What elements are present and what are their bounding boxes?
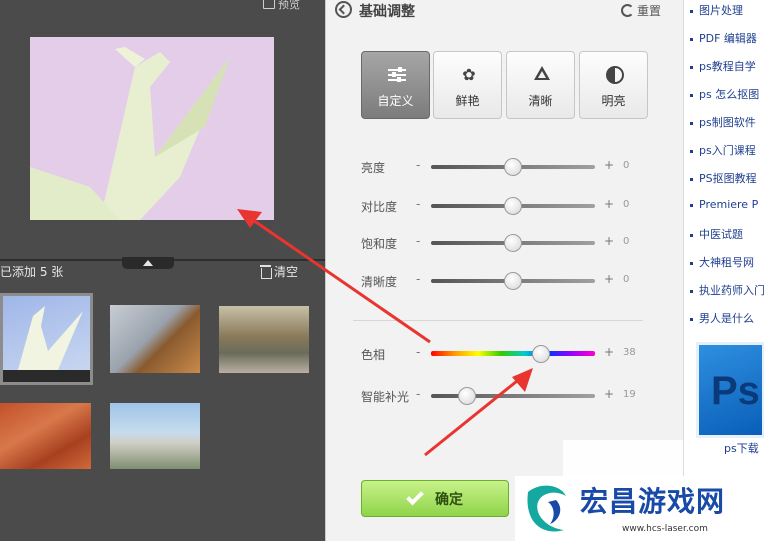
slider-label: 智能补光	[361, 390, 410, 404]
increase-button[interactable]: +	[604, 234, 614, 248]
preview-label: 预览	[278, 0, 300, 11]
slider-label: 清晰度	[361, 275, 398, 289]
slider-label: 饱和度	[361, 237, 398, 251]
image-list-panel: 预览 已添加 5 张 清空	[0, 0, 325, 541]
slider-knob[interactable]	[458, 387, 477, 405]
increase-button[interactable]: +	[604, 272, 614, 286]
related-link[interactable]: 男人是什么	[690, 310, 754, 326]
decrease-button[interactable]: -	[416, 345, 420, 359]
watermark-brand: 宏昌游戏网	[580, 485, 726, 518]
slider-label: 对比度	[361, 200, 398, 214]
thumbnail-building[interactable]	[110, 403, 200, 469]
increase-button[interactable]: +	[604, 387, 614, 401]
slider-value: 0	[623, 274, 630, 285]
related-links-sidebar: 图片处理 PDF 编辑器 ps教程自学 ps 怎么抠图 ps制图软件 ps入门课程 PS抠图…	[683, 0, 764, 541]
increase-button[interactable]: +	[604, 345, 614, 359]
slider-hue: 色相 - + 38	[361, 344, 651, 364]
sliders-icon	[388, 66, 406, 84]
slider-knob[interactable]	[504, 272, 522, 290]
related-link[interactable]: 大神租号网	[690, 254, 754, 270]
watermark-url: www.hcs-laser.com	[622, 524, 708, 534]
mode-vivid-label: 鲜艳	[455, 94, 480, 108]
mode-clear-button[interactable]: 清晰	[506, 51, 575, 119]
reset-label: 重置	[637, 4, 662, 18]
related-link[interactable]: 图片处理	[690, 2, 743, 18]
slider-knob[interactable]	[531, 345, 550, 363]
main-preview-image	[30, 37, 274, 220]
slider-knob[interactable]	[504, 158, 522, 176]
clear-label: 清空	[274, 265, 299, 279]
mode-custom-label: 自定义	[377, 94, 414, 108]
thumbnail-crane-image	[3, 296, 90, 370]
decrease-button[interactable]: -	[416, 387, 420, 401]
hue-slider-track[interactable]	[431, 351, 595, 356]
watermark-logo-icon	[527, 485, 566, 532]
slider-track[interactable]	[431, 394, 595, 398]
slider-knob[interactable]	[504, 234, 522, 252]
slider-value: 38	[623, 347, 636, 358]
related-link[interactable]: PS抠图教程	[690, 170, 757, 186]
decrease-button[interactable]: -	[416, 272, 420, 286]
mode-bright-label: 明亮	[601, 94, 626, 108]
thumbnail-crane[interactable]	[0, 293, 93, 385]
panel-title: 基础调整	[359, 4, 415, 20]
triangle-icon	[534, 66, 550, 80]
related-link[interactable]: ps教程自学	[690, 58, 756, 74]
mode-vivid-button[interactable]: ✿ 鲜艳	[433, 51, 502, 119]
related-link[interactable]: Premiere P	[690, 198, 758, 211]
half-circle-icon	[606, 66, 624, 84]
reset-button[interactable]: 重置	[621, 2, 661, 19]
check-icon	[406, 487, 424, 506]
decrease-button[interactable]: -	[416, 158, 420, 172]
slider-label: 色相	[361, 348, 386, 362]
clear-button[interactable]: 清空	[260, 263, 298, 280]
increase-button[interactable]: +	[604, 158, 614, 172]
thumbnail-book[interactable]	[110, 305, 200, 373]
origami-crane-image	[30, 37, 274, 220]
mode-bright-button[interactable]: 明亮	[579, 51, 648, 119]
related-link[interactable]: ps入门课程	[690, 142, 756, 158]
slider-clarity: 清晰度 - + 0	[361, 271, 651, 291]
related-link[interactable]: 中医试题	[690, 226, 743, 242]
slider-value: 0	[623, 236, 630, 247]
added-count-label: 已添加 5 张	[0, 265, 64, 279]
thumbnail-track[interactable]	[0, 403, 91, 469]
slider-label: 亮度	[361, 161, 386, 175]
mode-custom-button[interactable]: 自定义	[361, 51, 430, 119]
decrease-button[interactable]: -	[416, 197, 420, 211]
collapse-toggle[interactable]	[122, 257, 174, 269]
preview-icon	[263, 0, 275, 9]
related-link[interactable]: ps制图软件	[690, 114, 756, 130]
crane-thumb-drawing	[18, 306, 83, 370]
related-link[interactable]: ps 怎么抠图	[690, 86, 759, 102]
confirm-button[interactable]: 确定	[361, 480, 509, 517]
preview-button[interactable]: 预览	[263, 0, 300, 12]
ps-ad-banner[interactable]: Ps	[696, 342, 764, 438]
mode-clear-label: 清晰	[528, 94, 553, 108]
slider-contrast: 对比度 - + 0	[361, 196, 651, 216]
related-link[interactable]: PDF 编辑器	[690, 30, 757, 46]
watermark-backdrop-top	[563, 440, 683, 476]
slider-value: 19	[623, 389, 636, 400]
flower-icon: ✿	[462, 65, 476, 84]
slider-value: 0	[623, 199, 630, 210]
ad-caption-link[interactable]: ps下载	[724, 440, 759, 456]
related-link[interactable]: 执业药师入门	[690, 282, 764, 298]
ps-logo-text: Ps	[711, 369, 760, 413]
decrease-button[interactable]: -	[416, 234, 420, 248]
slider-smart-fill-light: 智能补光 - + 19	[361, 386, 651, 406]
confirm-label: 确定	[435, 491, 463, 508]
slider-knob[interactable]	[504, 197, 522, 215]
refresh-icon	[621, 4, 634, 17]
slider-saturation: 饱和度 - + 0	[361, 233, 651, 253]
slider-value: 0	[623, 160, 630, 171]
back-icon[interactable]	[335, 1, 352, 18]
trash-icon	[260, 265, 272, 279]
increase-button[interactable]: +	[604, 197, 614, 211]
thumbnail-street[interactable]	[219, 306, 309, 373]
section-divider	[353, 320, 643, 321]
slider-brightness: 亮度 - + 0	[361, 157, 651, 177]
